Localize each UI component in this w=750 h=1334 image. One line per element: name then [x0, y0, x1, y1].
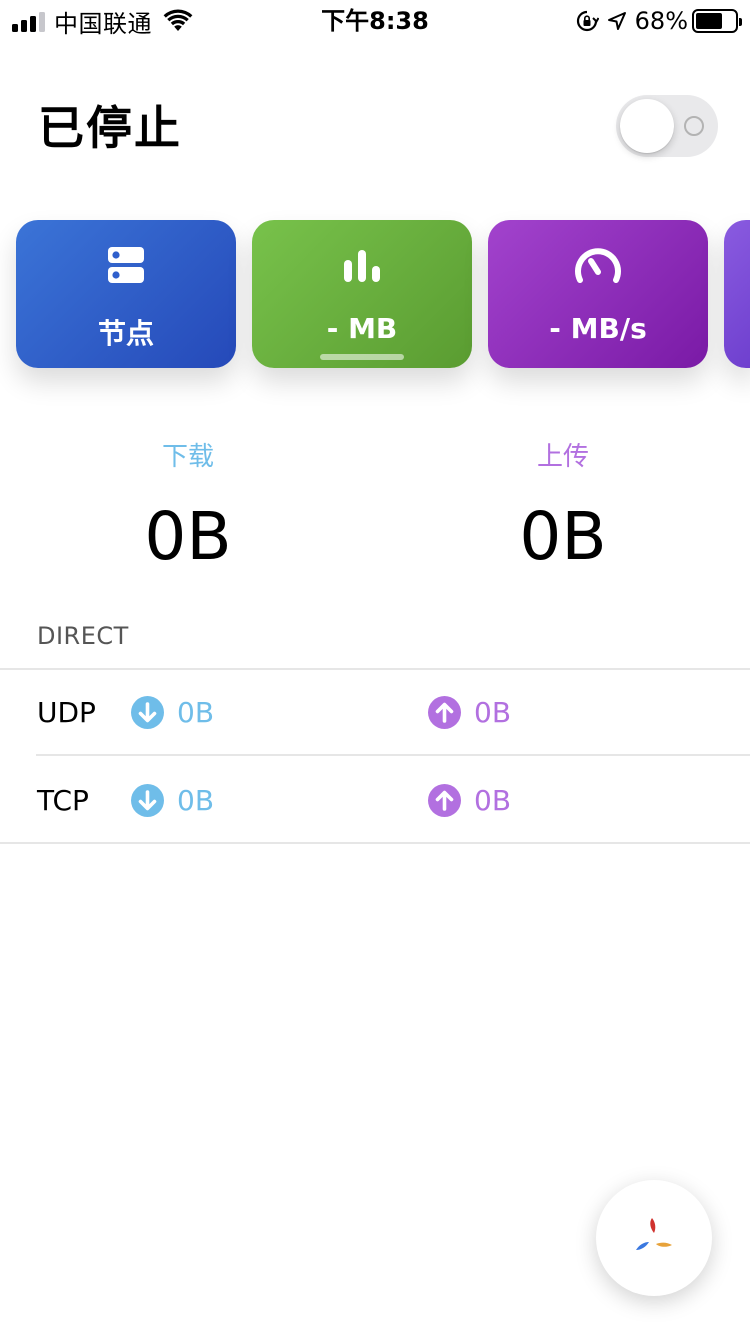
tcp-upload-value: 0B [474, 784, 512, 817]
floating-action-button[interactable] [596, 1180, 712, 1296]
upload-arrow-icon [428, 784, 461, 817]
page-indicator [320, 354, 404, 360]
upload-total: 0B [519, 498, 607, 575]
battery-fill [696, 13, 722, 29]
traffic-card[interactable]: - MB [252, 220, 472, 368]
battery-percent: 68% [634, 7, 688, 35]
location-arrow-icon [607, 12, 626, 30]
divider [0, 842, 750, 844]
udp-upload-value: 0B [474, 696, 512, 729]
protocol-label: UDP [37, 696, 96, 729]
summary-cards: 节点 - MB - MB/s [16, 220, 750, 370]
toggle-off-indicator [684, 116, 704, 136]
toggle-knob [620, 99, 674, 153]
orientation-lock-icon [576, 10, 599, 32]
speed-label: - MB/s [549, 312, 647, 345]
speedometer-icon [575, 248, 621, 283]
tcp-download-value: 0B [177, 784, 215, 817]
download-arrow-icon [131, 696, 164, 729]
udp-download-value: 0B [177, 696, 215, 729]
server-icon [108, 247, 144, 283]
protocol-label: TCP [37, 784, 89, 817]
page-title: 已停止 [38, 101, 182, 155]
upload-label: 上传 [536, 442, 589, 472]
download-label: 下载 [161, 442, 214, 472]
nodes-label: 节点 [97, 317, 154, 350]
divider [36, 754, 750, 756]
download-arrow-icon [131, 784, 164, 817]
status-bar: 中国联通 下午8:38 68% [0, 0, 750, 40]
battery-icon [692, 9, 742, 33]
section-title-direct: DIRECT [37, 622, 129, 650]
table-row-tcp: TCP 0B 0B [0, 758, 750, 844]
pinwheel-icon [636, 1218, 672, 1250]
bar-chart-icon [344, 250, 380, 282]
upload-arrow-icon [428, 696, 461, 729]
speed-card[interactable]: - MB/s [488, 220, 708, 368]
next-card-peek[interactable] [724, 220, 750, 368]
status-right: 68% [575, 6, 742, 36]
nodes-card[interactable]: 节点 [16, 220, 236, 368]
traffic-label: - MB [326, 312, 398, 345]
download-total: 0B [144, 498, 232, 575]
table-row-udp: UDP 0B 0B [0, 670, 750, 756]
vpn-toggle[interactable] [616, 95, 718, 157]
